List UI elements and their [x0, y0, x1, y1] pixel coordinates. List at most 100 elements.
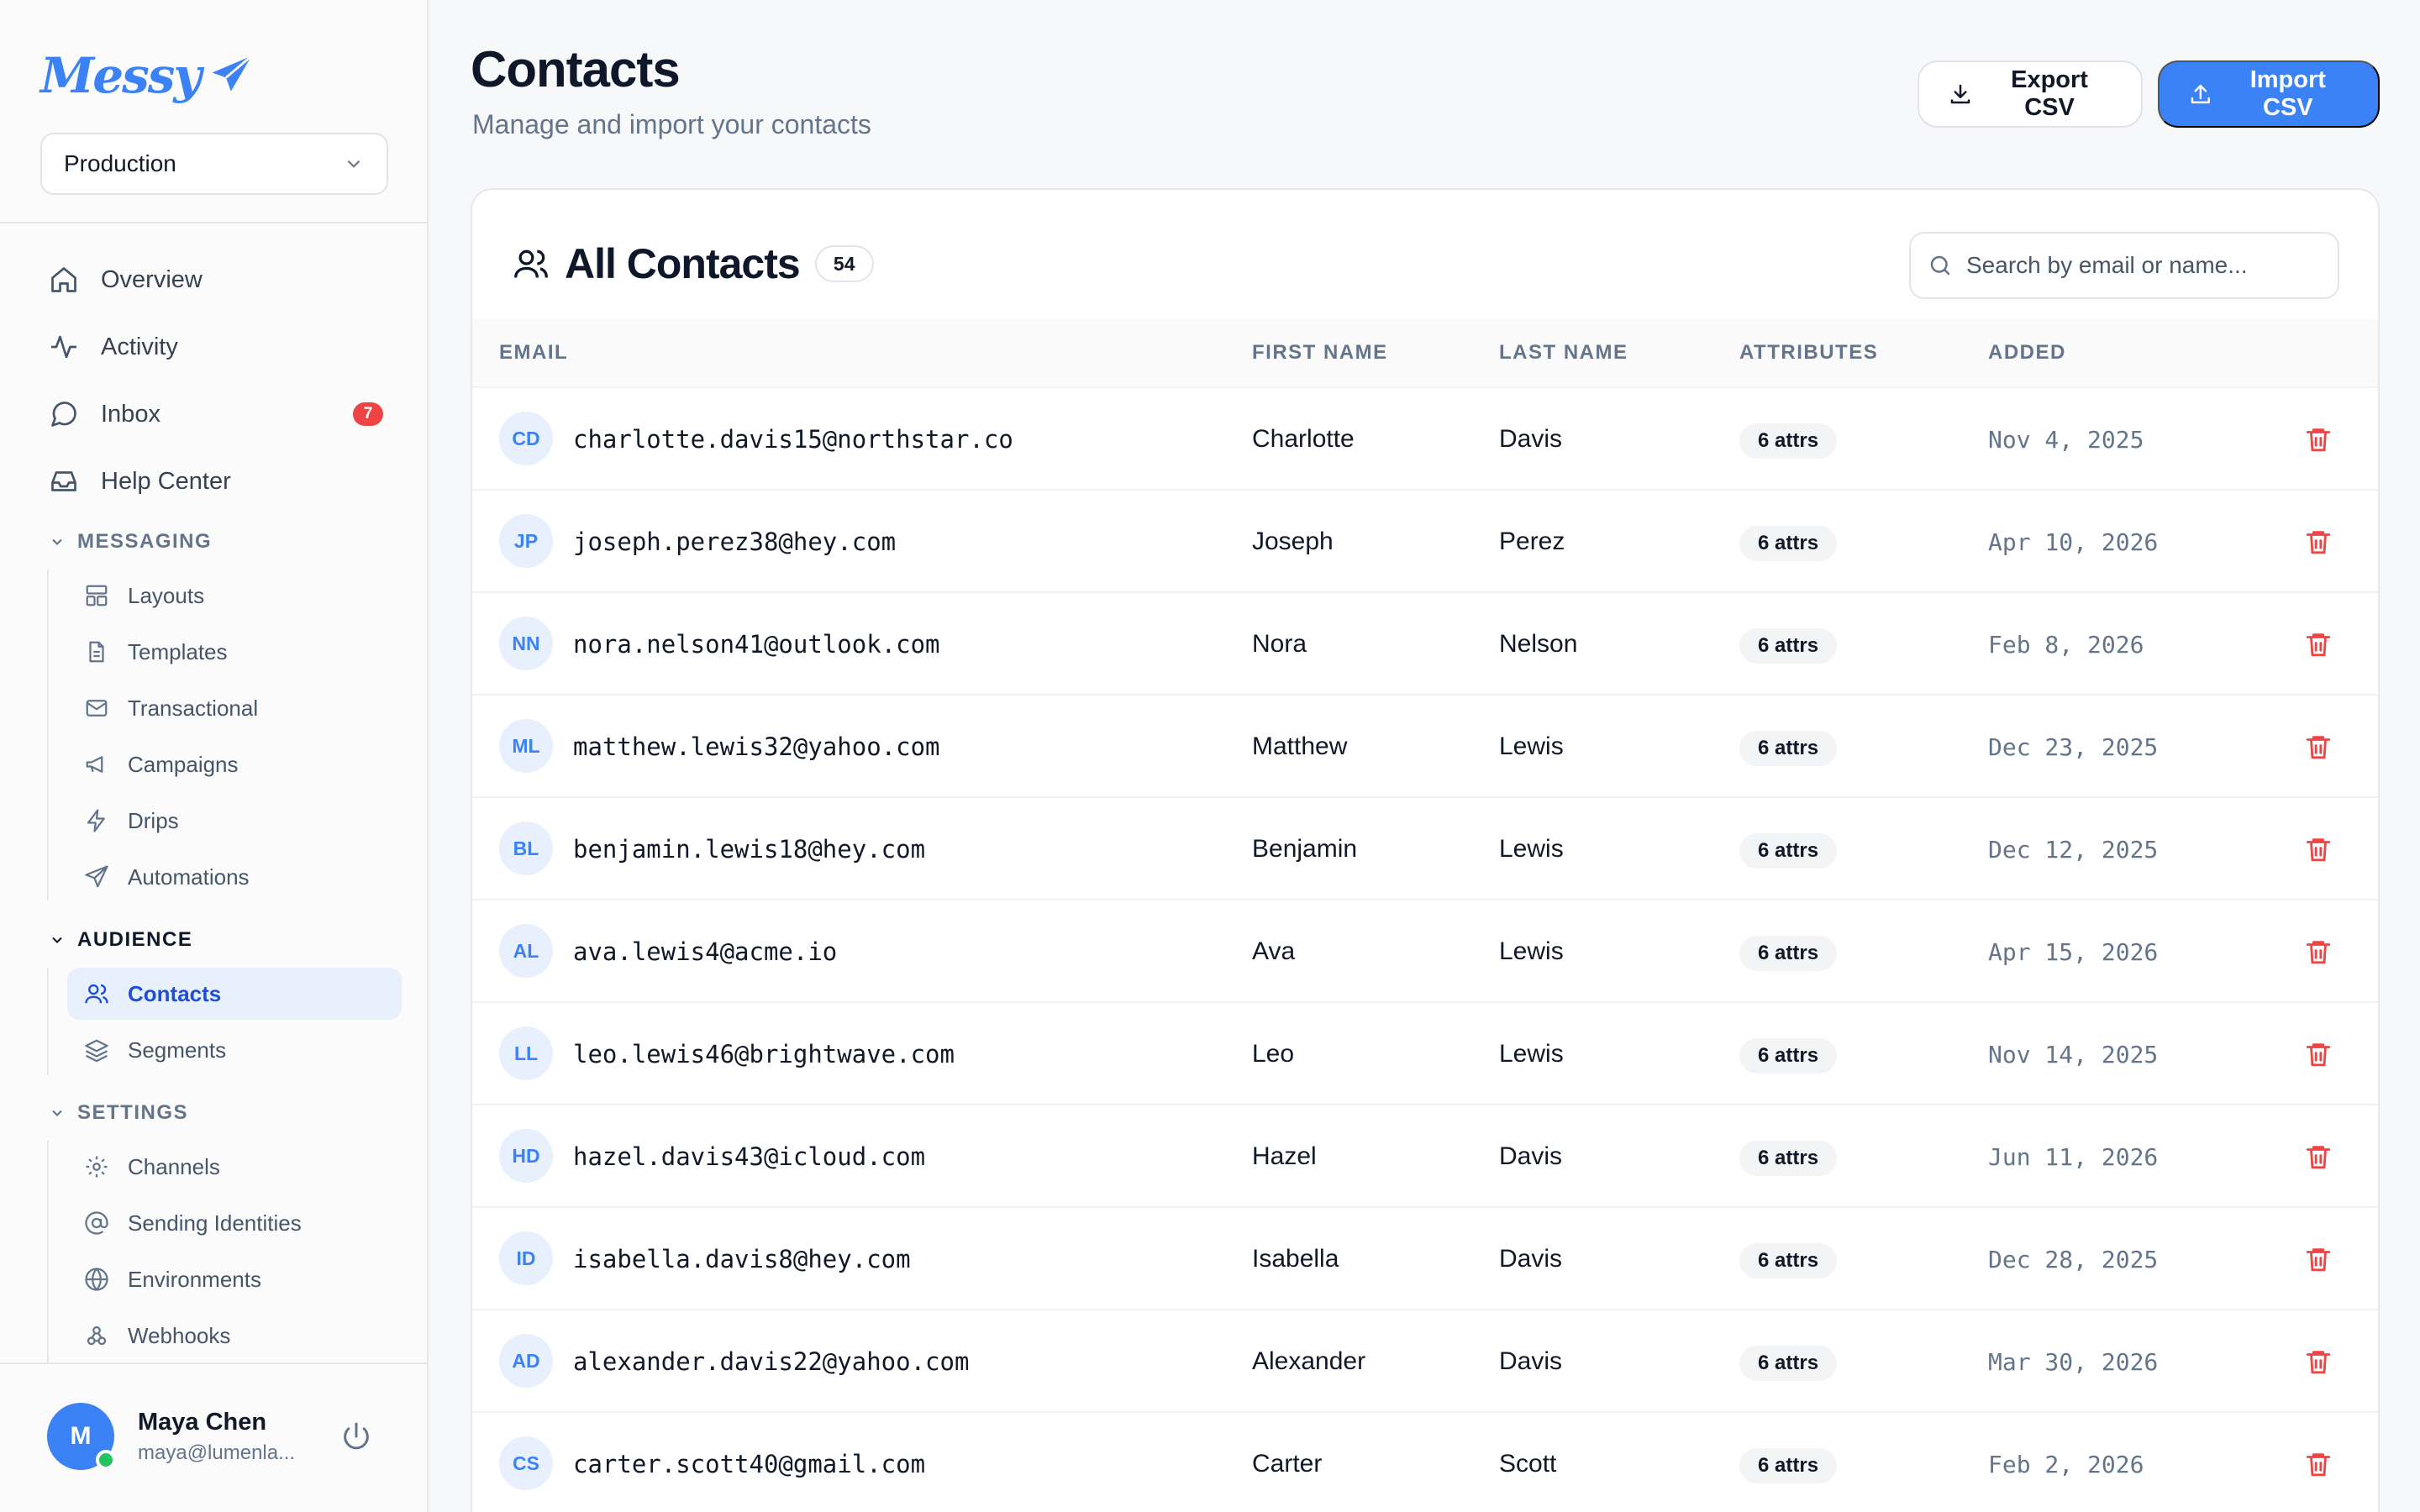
attributes-badge[interactable]: 6 attrs [1739, 1038, 1838, 1074]
environment-select[interactable]: Production [40, 133, 388, 195]
sidebar-item-automations[interactable]: Automations [67, 851, 402, 903]
search-box[interactable] [1909, 232, 2339, 299]
trash-icon[interactable] [2304, 835, 2333, 864]
trash-icon[interactable] [2304, 425, 2333, 454]
mail-icon [86, 700, 108, 717]
sidebar-item-campaigns[interactable]: Campaigns [67, 738, 402, 790]
nav-label: Overview [101, 265, 203, 293]
attributes-badge[interactable]: 6 attrs [1739, 1243, 1838, 1278]
attributes-badge[interactable]: 6 attrs [1739, 1141, 1838, 1176]
section-header-settings[interactable]: SETTINGS [49, 1096, 188, 1130]
column-header-first-name[interactable]: FIRST NAME [1252, 319, 1388, 386]
table-row[interactable]: AD alexander.davis22@yahoo.com Alexander… [472, 1309, 2378, 1411]
table-row[interactable]: NN nora.nelson41@outlook.com Nora Nelson… [472, 591, 2378, 694]
download-icon [1950, 84, 1970, 104]
attributes-badge[interactable]: 6 attrs [1739, 423, 1838, 459]
trash-icon[interactable] [2304, 1245, 2333, 1273]
export-label: Export CSV [2011, 66, 2088, 121]
table-row[interactable]: ML matthew.lewis32@yahoo.com Matthew Lew… [472, 694, 2378, 796]
table-row[interactable]: AL ava.lewis4@acme.io Ava Lewis 6 attrs … [472, 899, 2378, 1001]
section-header-messaging[interactable]: MESSAGING [49, 525, 212, 559]
logo[interactable]: Messy [40, 42, 255, 109]
trash-icon[interactable] [2304, 1347, 2333, 1376]
section-title: AUDIENCE [77, 928, 193, 951]
contact-added-date: Dec 12, 2025 [1988, 835, 2159, 864]
sidebar-item-segments[interactable]: Segments [67, 1024, 402, 1076]
trash-icon[interactable] [2304, 937, 2333, 966]
globe-icon [85, 1268, 108, 1291]
column-header-attributes[interactable]: ATTRIBUTES [1739, 319, 1878, 386]
sidebar-item-contacts[interactable]: Contacts [67, 968, 402, 1020]
attributes-badge[interactable]: 6 attrs [1739, 526, 1838, 561]
user-profile[interactable]: M Maya Chen maya@lumenla... [47, 1403, 295, 1470]
contact-last-name: Scott [1499, 1450, 1557, 1478]
attributes-badge[interactable]: 6 attrs [1739, 936, 1838, 971]
table-row[interactable]: LL leo.lewis46@brightwave.com Leo Lewis … [472, 1001, 2378, 1104]
sidebar-item-label: Drips [128, 807, 179, 833]
sidebar-item-label: Campaigns [128, 751, 239, 777]
trash-icon[interactable] [2304, 528, 2333, 556]
contact-last-name: Davis [1499, 1245, 1563, 1273]
contacts-card: All Contacts 54 EMAIL FIRST NAME LAST NA… [471, 188, 2380, 1512]
table-row[interactable]: ID isabella.davis8@hey.com Isabella Davi… [472, 1206, 2378, 1309]
import-csv-button[interactable]: Import CSV [2158, 60, 2380, 128]
send-icon [85, 865, 108, 888]
sidebar-item-channels[interactable]: Channels [67, 1141, 402, 1193]
contact-email: charlotte.davis15@northstar.co [573, 425, 1013, 454]
contact-first-name: Carter [1252, 1450, 1323, 1478]
sidebar-item-sending-identities[interactable]: Sending Identities [67, 1197, 402, 1249]
upload-icon [2191, 84, 2210, 104]
sidebar-item-drips[interactable]: Drips [67, 795, 402, 847]
sidebar-item-templates[interactable]: Templates [67, 626, 402, 678]
export-csv-button[interactable]: Export CSV [1918, 60, 2143, 128]
power-icon[interactable] [339, 1420, 373, 1453]
nav-item-inbox[interactable]: Inbox 7 [47, 391, 383, 438]
contact-first-name: Hazel [1252, 1142, 1317, 1170]
sidebar-item-transactional[interactable]: Transactional [67, 682, 402, 734]
column-header-last-name[interactable]: LAST NAME [1499, 319, 1628, 386]
sidebar-item-label: Segments [128, 1037, 227, 1063]
card-title: All Contacts [565, 240, 801, 287]
table-row[interactable]: BL benjamin.lewis18@hey.com Benjamin Lew… [472, 796, 2378, 899]
section-title: MESSAGING [77, 530, 213, 553]
attributes-badge[interactable]: 6 attrs [1739, 628, 1838, 664]
trash-icon[interactable] [2304, 732, 2333, 761]
contact-initials: ID [499, 1231, 553, 1285]
attributes-badge[interactable]: 6 attrs [1739, 1346, 1838, 1381]
sidebar-item-label: Layouts [128, 582, 205, 608]
nav-item-overview[interactable]: Overview [47, 256, 383, 303]
nav-item-help-center[interactable]: Help Center [47, 458, 383, 505]
attributes-badge[interactable]: 6 attrs [1739, 833, 1838, 869]
home-icon [51, 267, 76, 292]
trash-icon[interactable] [2304, 1450, 2333, 1478]
trash-icon[interactable] [2304, 1142, 2333, 1171]
sidebar-item-label: Templates [128, 638, 228, 664]
contact-first-name: Leo [1252, 1040, 1295, 1068]
activity-icon [51, 335, 76, 359]
chevron-down-icon [52, 1110, 62, 1116]
table-row[interactable]: CS carter.scott40@gmail.com Carter Scott… [472, 1411, 2378, 1512]
trash-icon[interactable] [2304, 1040, 2333, 1068]
sidebar-item-webhooks[interactable]: Webhooks [67, 1310, 402, 1362]
attributes-badge[interactable]: 6 attrs [1739, 1448, 1838, 1483]
nav-item-activity[interactable]: Activity [47, 323, 383, 370]
file-text-icon [89, 641, 104, 663]
nav-label: Inbox [101, 400, 160, 428]
table-row[interactable]: JP joseph.perez38@hey.com Joseph Perez 6… [472, 489, 2378, 591]
column-header-added[interactable]: ADDED [1988, 319, 2066, 386]
sidebar-item-environments[interactable]: Environments [67, 1253, 402, 1305]
avatar-initial: M [70, 1422, 92, 1450]
contact-first-name: Joseph [1252, 528, 1334, 555]
section-header-audience[interactable]: AUDIENCE [49, 923, 192, 957]
search-input[interactable] [1966, 252, 2319, 279]
attributes-badge[interactable]: 6 attrs [1739, 731, 1838, 766]
contact-initials: CS [499, 1436, 553, 1490]
sidebar-divider [0, 1362, 429, 1364]
table-row[interactable]: CD charlotte.davis15@northstar.co Charlo… [472, 386, 2378, 489]
sidebar-item-layouts[interactable]: Layouts [67, 570, 402, 622]
contact-added-date: Mar 30, 2026 [1988, 1347, 2159, 1376]
table-row[interactable]: HD hazel.davis43@icloud.com Hazel Davis … [472, 1104, 2378, 1206]
trash-icon[interactable] [2304, 630, 2333, 659]
column-header-email[interactable]: EMAIL [499, 319, 568, 386]
tree-line [47, 1141, 49, 1362]
